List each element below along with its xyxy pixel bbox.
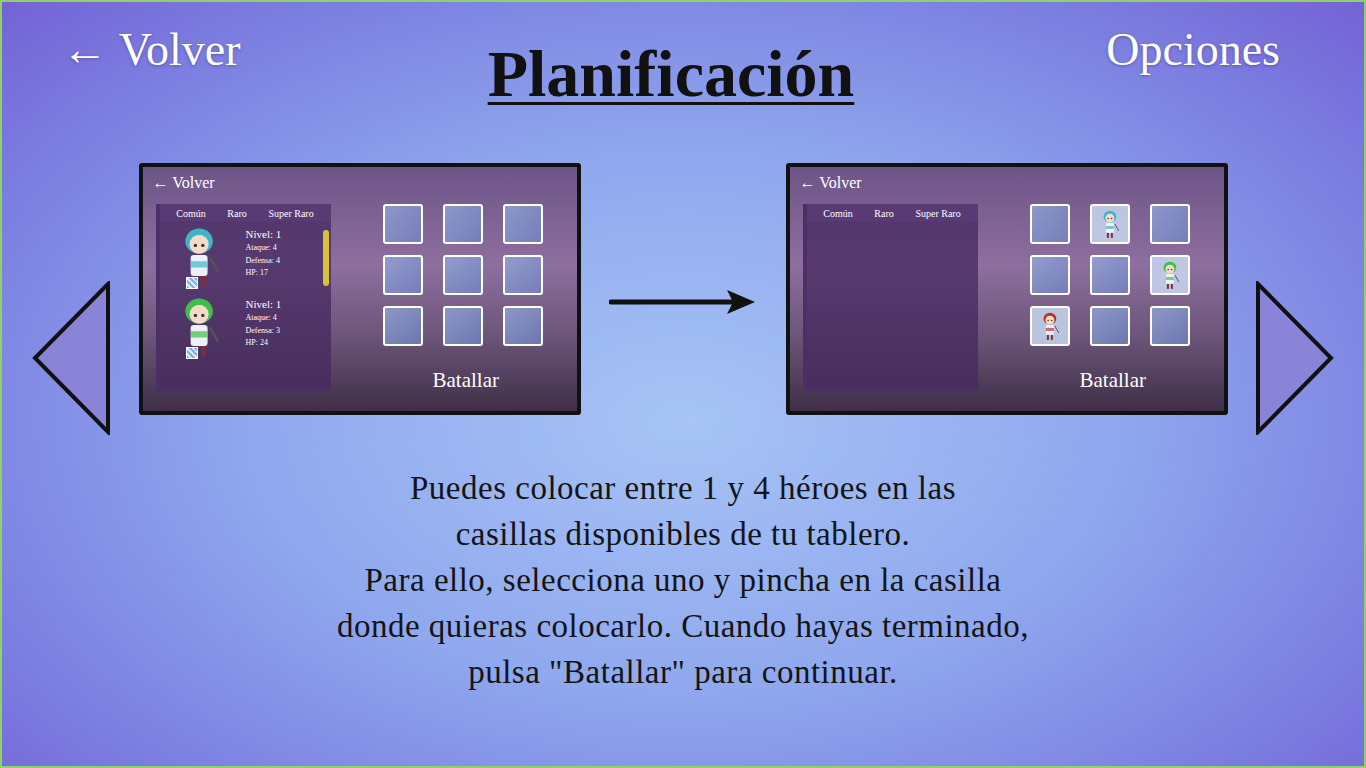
rarity-tab: Común: [823, 208, 852, 219]
hero-attack: Ataque: 4: [246, 243, 282, 253]
hero-level: Nivel: 1: [246, 227, 282, 241]
header: ← Volver Planificación Opciones: [2, 2, 1364, 113]
board-cell: [1150, 255, 1190, 295]
rarity-badge-icon: [186, 347, 198, 359]
board-column: Batallar: [1030, 204, 1190, 411]
hero-level: Nivel: 1: [246, 297, 282, 311]
flow-arrow-icon: [609, 287, 757, 317]
board-cell: [1150, 306, 1190, 346]
page-title: Planificación: [488, 34, 855, 113]
next-arrow-icon[interactable]: [1256, 281, 1334, 435]
board-cell: [443, 255, 483, 295]
board-cell: [443, 306, 483, 346]
board-cell: [383, 255, 423, 295]
back-link[interactable]: ← Volver: [62, 20, 240, 80]
board-column: Batallar: [383, 204, 543, 411]
instruction-line: Para ello, selecciona uno y pincha en la…: [365, 557, 1002, 603]
board-cell: [383, 204, 423, 244]
rarity-badge-icon: [186, 277, 198, 289]
hero-panel: Común Raro Super Raro Nivel: 1 Ataque: 4 Defe…: [156, 204, 331, 392]
rarity-tabs: Común Raro Super Raro: [807, 204, 978, 221]
board: [1030, 204, 1190, 346]
hero-figure-icon: [1160, 260, 1180, 290]
board-cell: [1030, 306, 1070, 346]
battle-button: Batallar: [433, 368, 499, 393]
hero-stats: Nivel: 1 Ataque: 4 Defensa: 3 HP: 24: [246, 295, 282, 348]
hero-figure-icon: [178, 225, 220, 289]
hero-attack: Ataque: 4: [246, 313, 282, 323]
board-cell: [1090, 306, 1130, 346]
mini-body: Común Raro Super Raro Nivel: 1 Ataque: 4 Defe…: [143, 204, 577, 411]
board-cell: [443, 204, 483, 244]
board-cell: [1150, 204, 1190, 244]
board-cell: [1030, 255, 1070, 295]
hero-row: Nivel: 1 Ataque: 4 Defensa: 4 HP: 17: [160, 221, 331, 291]
hero-figure-icon: [178, 295, 220, 359]
rarity-tabs: Común Raro Super Raro: [160, 204, 331, 221]
hero-portrait: [178, 225, 238, 291]
rarity-tab: Super Raro: [915, 208, 960, 219]
hero-hp: HP: 17: [246, 268, 282, 278]
board-cell: [383, 306, 423, 346]
previous-arrow-icon[interactable]: [32, 281, 110, 435]
board: [383, 204, 543, 346]
rarity-tab: Raro: [227, 208, 246, 219]
instruction-line: Puedes colocar entre 1 y 4 héroes en las: [410, 465, 956, 511]
hero-portrait: [178, 295, 238, 361]
instruction-line: casillas disponibles de tu tablero.: [456, 511, 911, 557]
mini-body: Común Raro Super Raro Batallar: [790, 204, 1224, 411]
hero-stats: Nivel: 1 Ataque: 4 Defensa: 4 HP: 17: [246, 225, 282, 278]
instruction-line: donde quieras colocarlo. Cuando hayas te…: [337, 603, 1029, 649]
hero-figure-icon: [1100, 209, 1120, 239]
hero-defense: Defensa: 4: [246, 256, 282, 266]
board-cell: [1090, 204, 1130, 244]
rarity-tab: Raro: [874, 208, 893, 219]
instruction-line: pulsa "Batallar" para continuar.: [468, 649, 898, 695]
illustration-row: ← Volver Común Raro Super Raro Nivel: 1 Ataqu…: [2, 163, 1364, 435]
board-cell: [1090, 255, 1130, 295]
mini-back-link: ← Volver: [790, 173, 1224, 194]
after-screenshot: ← Volver Común Raro Super Raro Batallar: [786, 163, 1228, 415]
options-link[interactable]: Opciones: [1106, 20, 1280, 80]
rarity-tab: Super Raro: [268, 208, 313, 219]
tutorial-page: ← Volver Planificación Opciones ← Volver Com…: [0, 0, 1366, 768]
hero-figure-icon: [1040, 311, 1060, 341]
battle-button: Batallar: [1080, 368, 1146, 393]
board-cell: [1030, 204, 1070, 244]
board-cell: [503, 204, 543, 244]
board-cell: [503, 306, 543, 346]
hero-defense: Defensa: 3: [246, 326, 282, 336]
hero-row: Nivel: 1 Ataque: 4 Defensa: 3 HP: 24: [160, 291, 331, 361]
board-cell: [503, 255, 543, 295]
before-screenshot: ← Volver Común Raro Super Raro Nivel: 1 Ataqu…: [139, 163, 581, 415]
instructions: Puedes colocar entre 1 y 4 héroes en las…: [2, 465, 1364, 695]
hero-panel: Común Raro Super Raro: [803, 204, 978, 392]
rarity-tab: Común: [176, 208, 205, 219]
hero-hp: HP: 24: [246, 338, 282, 348]
scrollbar: [323, 230, 329, 286]
mini-back-link: ← Volver: [143, 173, 577, 194]
